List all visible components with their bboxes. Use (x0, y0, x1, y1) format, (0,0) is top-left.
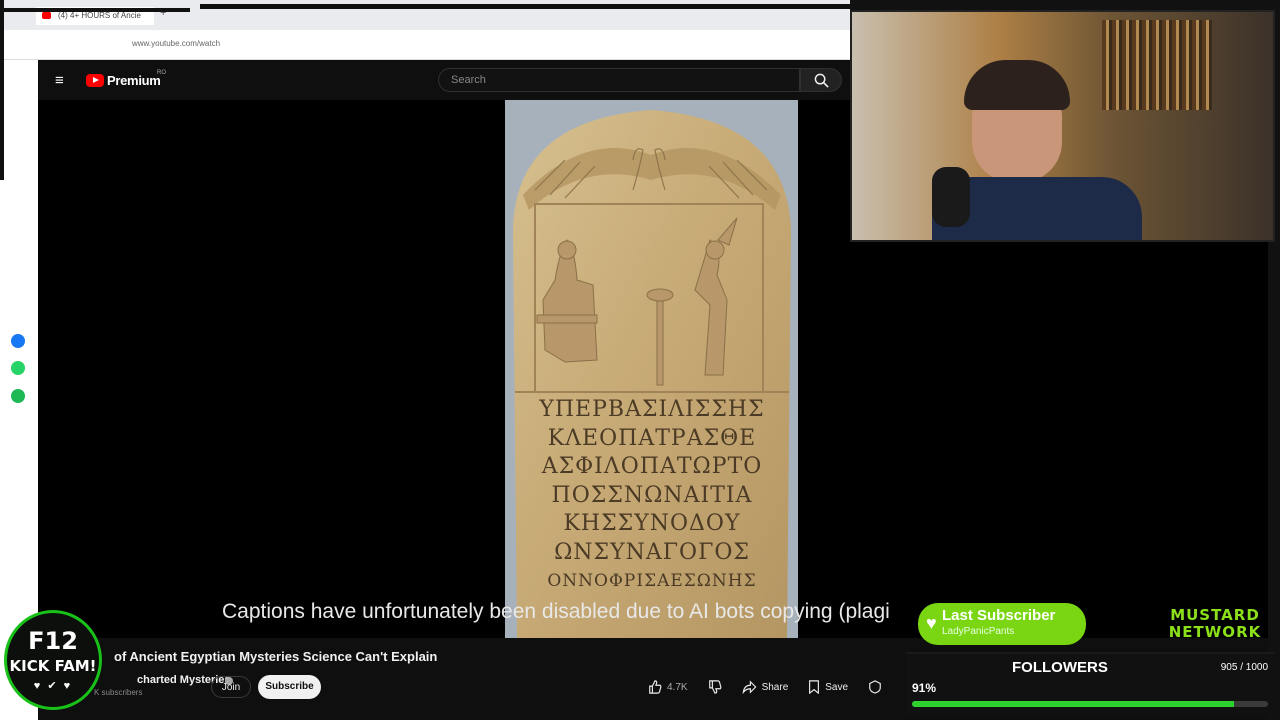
like-button[interactable]: 4.7K (644, 675, 692, 699)
thanks-icon (869, 680, 881, 694)
search-input[interactable]: Search (438, 68, 800, 92)
f12-kick-fam-badge: F12 KICK FAM! ♥ ✔ ♥ (4, 610, 102, 710)
badge-hearts: ♥ ✔ ♥ (33, 680, 73, 692)
bookshelf (1102, 20, 1212, 110)
caption-text: Captions have unfortunately been disable… (222, 600, 890, 623)
followers-percent: 91% (912, 681, 937, 695)
youtube-favicon-icon (42, 12, 51, 19)
streamer-hair (964, 60, 1070, 110)
inscription-line: ΟΝΝΟΦΡΙΣΑΕΣΩΝΗΣ (547, 571, 757, 591)
heart-icon: ♥ (926, 613, 937, 633)
video-title: of Ancient Egyptian Mysteries Science Ca… (114, 649, 438, 664)
address-url[interactable]: www.youtube.com/watch (132, 39, 220, 48)
followers-goal-widget: FOLLOWERS 905 / 1000 91% (906, 652, 1274, 714)
messenger-icon[interactable] (11, 334, 25, 348)
followers-label: FOLLOWERS (1012, 659, 1108, 676)
followers-count: 905 / 1000 (1220, 662, 1268, 673)
share-button[interactable]: Share (738, 675, 793, 699)
thumbs-down-icon (708, 680, 721, 694)
bookmark-icon (809, 680, 820, 694)
overlay-frame-line (1268, 242, 1272, 642)
last-subscriber-label: Last Subscriber (942, 607, 1056, 624)
stele-image: ΥΠΕΡΒΑΣΙΛΙΣΣΗΣ ΚΛΕΟΠΑΤΡΑΣΘΕ ΑΣΦΙΛΟΠΑΤΩΡΤ… (505, 100, 798, 638)
inscription-line: ΥΠΕΡΒΑΣΙΛΙΣΣΗΣ (539, 397, 765, 422)
hamburger-menu-icon[interactable]: ≡ (55, 72, 64, 89)
inscription-line: ΚΛΕΟΠΑΤΡΑΣΘΕ (547, 425, 757, 451)
microphone (932, 167, 970, 227)
inscription-line: ΑΣΦΙΛΟΠΑΤΩΡΤΟ (541, 454, 763, 479)
address-bar[interactable]: www.youtube.com/watch (0, 30, 850, 60)
dislike-button[interactable] (704, 675, 726, 699)
logo-country-code: RO (157, 70, 166, 76)
overlay-frame-line (0, 8, 190, 12)
inscription-line: ΚΗΣΣΥΝΟΔΟΥ (563, 511, 741, 536)
search-icon (814, 73, 829, 88)
youtube-header: ≡ Premium RO Search (38, 60, 850, 100)
inscription-line: ΩΝΣΥΝΑΓΟΓΟΣ (554, 539, 750, 565)
like-count: 4.7K (667, 681, 688, 693)
save-button[interactable]: Save (804, 675, 852, 699)
overlay-frame-line (0, 0, 4, 180)
network-logo-line: MUSTARD (1170, 606, 1260, 624)
youtube-logo-text[interactable]: Premium (107, 73, 161, 88)
last-subscriber-name: LadyPanicPants (942, 626, 1015, 637)
whatsapp-icon[interactable] (11, 361, 25, 375)
save-label: Save (825, 681, 849, 693)
stream-screen: (4) 4+ HOURS of Ancie + www.youtube.com/… (0, 0, 1280, 720)
youtube-logo-icon[interactable] (86, 74, 104, 87)
followers-progress-fill (912, 701, 1235, 707)
subscribe-button[interactable]: Subscribe (258, 675, 321, 699)
join-button[interactable]: Join (211, 676, 251, 698)
spotify-icon[interactable] (11, 389, 25, 403)
followers-progress-bar (912, 701, 1268, 707)
video-actions: 4.7K Share Save (644, 675, 886, 699)
tab-title: (4) 4+ HOURS of Ancie (58, 11, 141, 20)
subscriber-count: K subscribers (94, 688, 143, 697)
stele-inscription: ΥΠΕΡΒΑΣΙΛΙΣΣΗΣ ΚΛΕΟΠΑΤΡΑΣΘΕ ΑΣΦΙΛΟΠΑΤΩΡΤ… (523, 396, 781, 596)
inscription-line: ΠΟΣΣΝΩΝΑΙΤΙΑ (551, 482, 753, 508)
network-logo-line: NETWORK (1168, 623, 1262, 641)
mustard-network-logo: MUSTARD NETWORK (1156, 607, 1274, 641)
thumbs-up-icon (649, 680, 662, 694)
thanks-button[interactable] (864, 675, 886, 699)
share-label: Share (761, 681, 789, 693)
overlay-frame-top (200, 4, 850, 9)
badge-top-text: F12 (28, 627, 78, 655)
share-icon (742, 680, 757, 694)
search-button[interactable] (800, 68, 842, 92)
webcam-feed (850, 10, 1275, 242)
last-subscriber-banner: ♥ Last Subscriber LadyPanicPants (918, 603, 1086, 645)
badge-bottom-text: KICK FAM! (9, 657, 97, 675)
